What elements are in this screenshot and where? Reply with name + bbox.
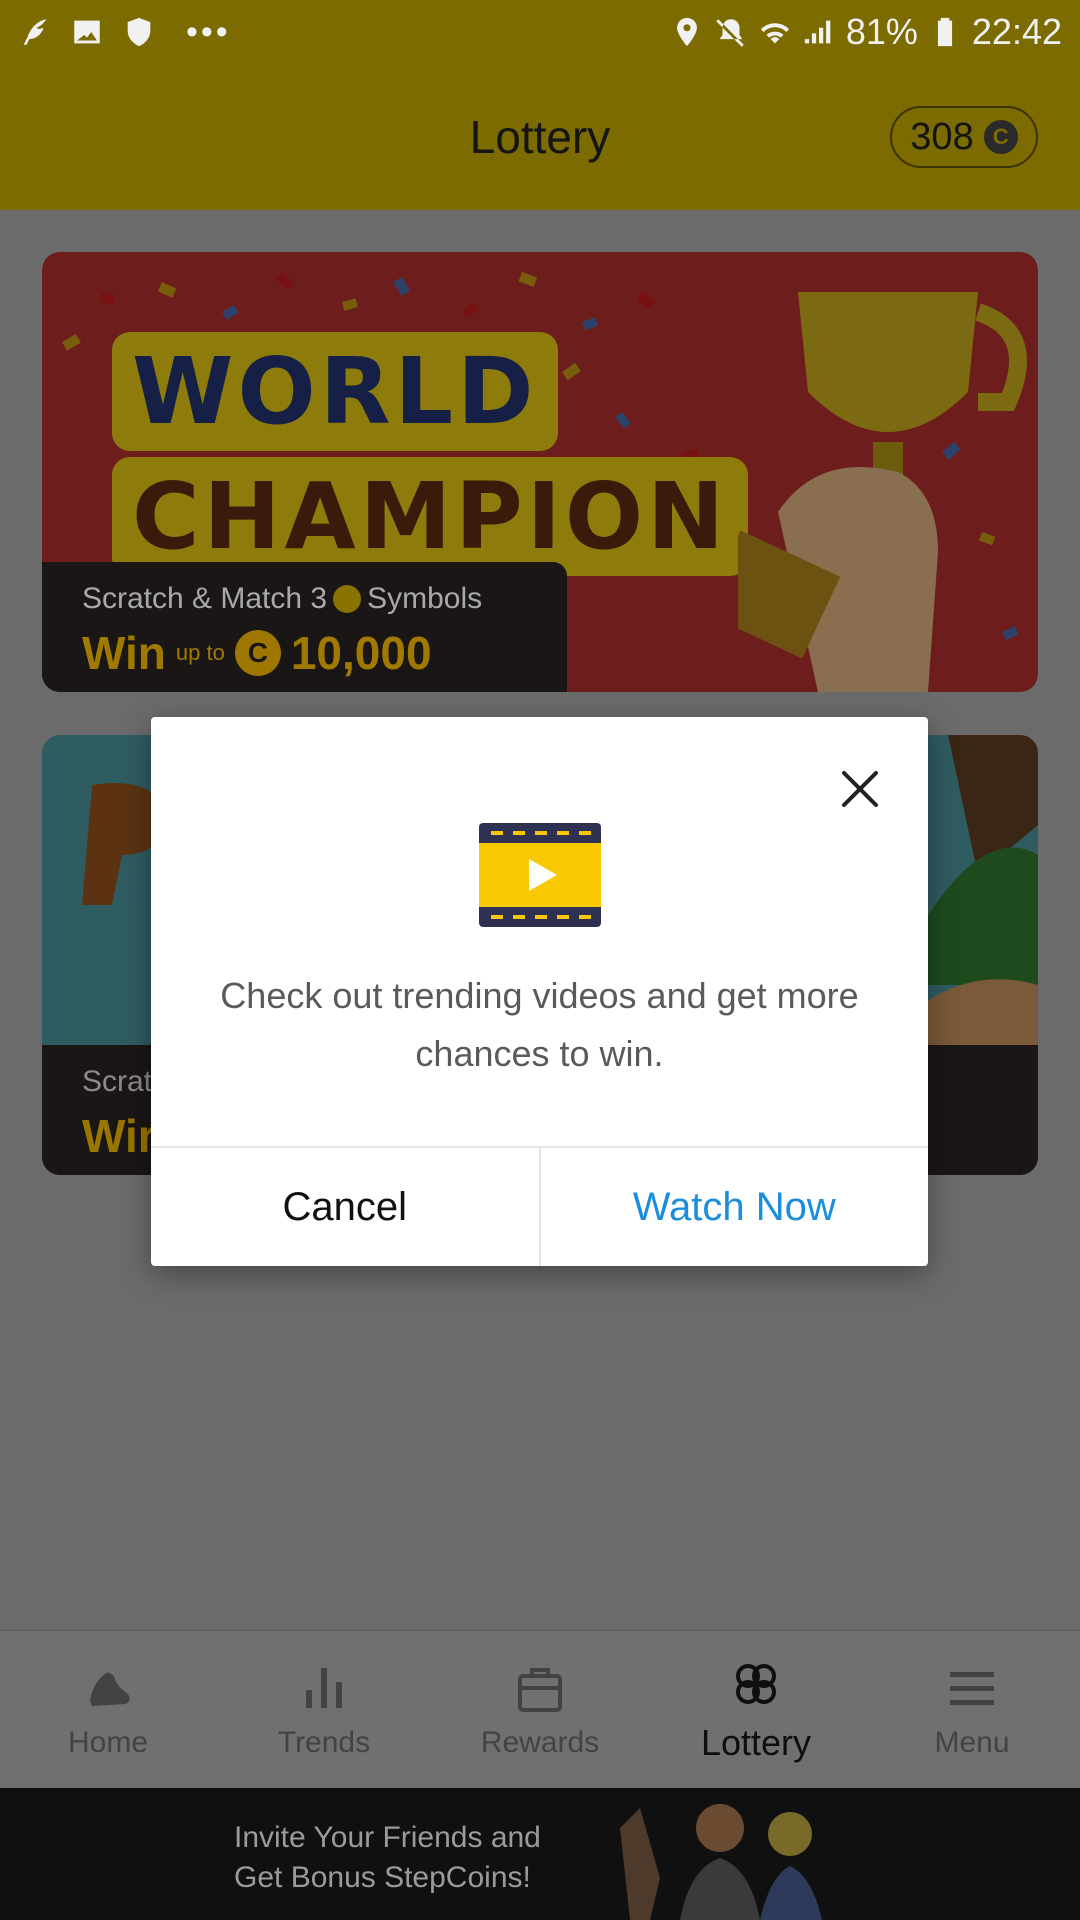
more-dots-icon: ••• xyxy=(186,12,231,51)
card-info-panel: Scratch & Match 3 Symbols Win up to C 10… xyxy=(42,562,567,692)
win-label: Win xyxy=(82,627,166,679)
signal-icon xyxy=(802,15,836,49)
trophy-illustration xyxy=(738,292,1027,692)
lottery-card-world-champion[interactable]: WORLD CHAMPION Scratch & Match 3 Symbols… xyxy=(42,252,1038,692)
close-icon xyxy=(842,771,878,807)
shoe-icon xyxy=(90,1671,130,1706)
watch-video-dialog: Check out trending videos and get more c… xyxy=(151,717,928,1266)
promo-line-1: Invite Your Friends and xyxy=(234,1821,541,1854)
nav-item-menu[interactable]: Menu xyxy=(864,1631,1080,1788)
symbol-coin-icon xyxy=(333,585,362,613)
prize-coin-icon: C xyxy=(234,630,281,676)
nav-label: Menu xyxy=(934,1725,1010,1759)
dialog-actions: Cancel Watch Now xyxy=(151,1146,928,1266)
card-prize: Win up to C 10,000 xyxy=(82,626,527,680)
subtitle-text-post: Symbols xyxy=(367,582,483,615)
status-bar: ••• 81% 22:42 xyxy=(0,0,1080,64)
wifi-icon xyxy=(758,15,792,49)
nav-label: Home xyxy=(67,1725,149,1759)
status-left-icons: ••• xyxy=(18,13,231,52)
battery-icon xyxy=(928,15,962,49)
nav-label: Lottery xyxy=(700,1721,812,1763)
logo-line-2: CHAMPION xyxy=(112,457,749,576)
bottom-navigation: Home Trends Rewards Lottery Menu xyxy=(0,1630,1080,1788)
nav-label: Rewards xyxy=(480,1725,600,1759)
close-button[interactable] xyxy=(836,765,884,813)
subtitle-text-pre: Scratch & Match 3 xyxy=(82,582,328,615)
card-subtitle: Scratch & Match 3 Symbols xyxy=(82,582,527,616)
coin-icon: C xyxy=(983,120,1018,154)
nav-item-rewards[interactable]: Rewards xyxy=(432,1631,648,1788)
world-champion-logo: WORLD CHAMPION xyxy=(112,332,749,576)
bag-icon xyxy=(518,1667,562,1712)
cancel-button[interactable]: Cancel xyxy=(151,1148,541,1266)
nav-item-trends[interactable]: Trends xyxy=(216,1631,432,1788)
prize-amount: 10,000 xyxy=(290,627,432,679)
dialog-message: Check out trending videos and get more c… xyxy=(220,975,859,1074)
nav-item-home[interactable]: Home xyxy=(0,1631,216,1788)
shield-icon xyxy=(122,15,156,49)
friends-illustration xyxy=(620,1804,822,1920)
nav-item-lottery[interactable]: Lottery xyxy=(648,1631,864,1788)
image-icon xyxy=(70,15,104,49)
video-play-icon xyxy=(479,823,601,927)
logo-line-1: WORLD xyxy=(112,332,558,451)
location-icon xyxy=(670,15,704,49)
app-feather-icon xyxy=(18,15,52,49)
watch-now-button[interactable]: Watch Now xyxy=(541,1148,929,1266)
hamburger-icon xyxy=(950,1671,994,1705)
clock: 22:42 xyxy=(971,11,1062,52)
promo-line-2: Get Bonus StepCoins! xyxy=(234,1861,531,1894)
mute-icon xyxy=(714,15,748,49)
coin-count: 308 xyxy=(910,115,974,158)
invite-promo-banner[interactable]: Invite Your Friends and Get Bonus StepCo… xyxy=(0,1788,1080,1920)
promo-text: Invite Your Friends and Get Bonus StepCo… xyxy=(234,1818,541,1898)
battery-percent: 81% xyxy=(845,11,918,52)
nav-label: Trends xyxy=(277,1725,371,1759)
bar-chart-icon xyxy=(306,1667,342,1708)
status-right: 81% 22:42 xyxy=(670,11,1062,53)
up-to-label: up to xyxy=(175,640,225,665)
coin-balance[interactable]: 308 C xyxy=(890,106,1038,168)
clover-icon xyxy=(736,1663,776,1704)
app-header: Lottery 308 C xyxy=(0,64,1080,210)
